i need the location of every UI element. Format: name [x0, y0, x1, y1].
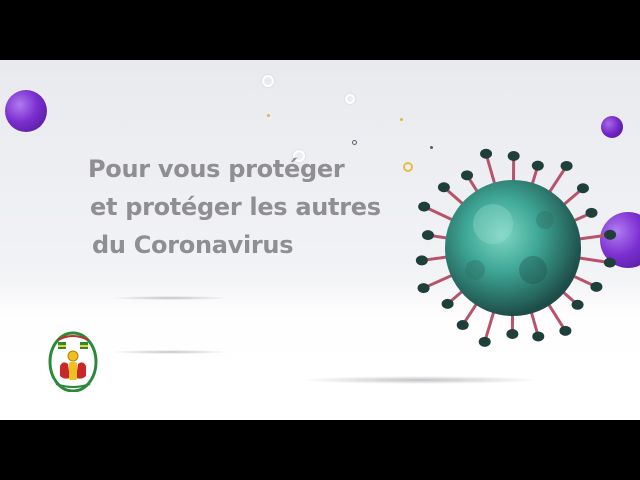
virus-spike-tip	[421, 230, 434, 241]
virus-spike-tip	[559, 325, 572, 336]
headline-line-3: du Coronavirus	[92, 231, 294, 259]
virus-spike-tip	[603, 257, 616, 268]
virus-spike-tip	[478, 336, 491, 347]
virus-spike-tip	[576, 183, 589, 194]
headline-line-2: et protéger les autres	[90, 193, 381, 221]
letterbox-top	[0, 0, 640, 60]
virus-spike-tip	[437, 182, 450, 193]
headline-line-1: Pour vous protéger	[88, 155, 345, 183]
particle-ring	[352, 140, 357, 145]
particle-ring	[345, 94, 355, 104]
virus-spike-tip	[585, 207, 598, 218]
virus-spike-tip	[418, 201, 431, 212]
virus-body	[445, 180, 581, 316]
video-frame: Pour vous protéger et protéger les autre…	[0, 60, 640, 420]
virus-spike-tip	[417, 283, 430, 294]
virus-spike-tip	[480, 148, 493, 159]
virus-spike-tip	[590, 281, 603, 292]
floor-shadow-line	[110, 350, 230, 354]
virus-spike-tip	[532, 331, 545, 342]
virus-spike-tip	[507, 151, 520, 162]
floor-shadow-line	[110, 296, 230, 300]
purple-sphere-left	[5, 90, 47, 132]
virus-spike-tip	[604, 229, 617, 240]
particle-dot	[400, 118, 403, 121]
virus-spike-tip	[441, 298, 454, 309]
togo-coat-of-arms-icon	[48, 331, 98, 392]
particle-ring	[262, 75, 274, 87]
letterbox-bottom	[0, 420, 640, 480]
virus-spike-tip	[531, 160, 544, 171]
coronavirus-icon	[415, 148, 617, 347]
headline: Pour vous protéger et protéger les autre…	[88, 150, 408, 264]
virus-spike-tip	[506, 328, 519, 339]
particle-dot	[267, 114, 270, 117]
virus-spike-tip	[461, 170, 474, 181]
virus-spike-tip	[456, 320, 469, 331]
virus-spike-tip	[560, 160, 573, 171]
virus-spike-tip	[415, 255, 428, 266]
virus-spike-tip	[571, 299, 584, 310]
